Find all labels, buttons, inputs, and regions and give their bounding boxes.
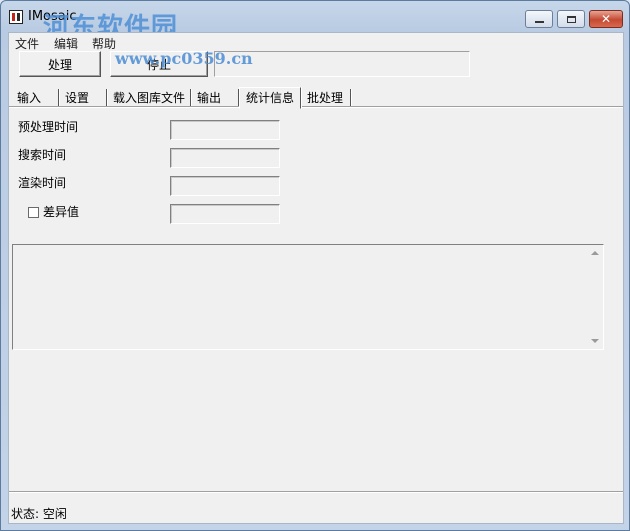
diff-field	[170, 204, 280, 224]
diff-checkbox[interactable]	[28, 207, 39, 218]
close-button[interactable]: ✕	[589, 10, 623, 28]
tab-settings[interactable]: 设置	[59, 89, 107, 107]
scroll-down-icon[interactable]	[591, 339, 599, 343]
log-scrollbar[interactable]	[588, 246, 602, 348]
minimize-icon	[534, 20, 544, 23]
client-area: 文件 编辑 帮助 处理 停止 输入 设置 载入图库文件 输出 统计信息 批处理 …	[8, 32, 624, 524]
tab-output[interactable]: 输出	[191, 89, 239, 107]
process-button[interactable]: 处理	[19, 51, 101, 77]
preprocess-time-field	[170, 120, 280, 140]
menu-file[interactable]: 文件	[15, 35, 39, 52]
tab-batch[interactable]: 批处理	[301, 89, 351, 107]
tab-statistics[interactable]: 统计信息	[239, 87, 301, 109]
menu-bar: 文件 编辑 帮助	[9, 33, 623, 51]
statistics-panel: 预处理时间 搜索时间 渲染时间 差异值	[9, 107, 623, 492]
maximize-button[interactable]	[557, 10, 585, 28]
scroll-up-icon[interactable]	[591, 251, 599, 255]
preprocess-time-label: 预处理时间	[18, 120, 79, 134]
search-time-label: 搜索时间	[18, 148, 67, 162]
status-bar: 状态: 空闲	[9, 491, 623, 524]
log-textarea[interactable]	[12, 244, 604, 350]
render-time-label: 渲染时间	[18, 176, 67, 190]
app-icon[interactable]	[9, 10, 23, 24]
menu-edit[interactable]: 编辑	[54, 35, 78, 52]
search-time-field	[170, 148, 280, 168]
status-text: 状态: 空闲	[11, 507, 67, 521]
close-icon: ✕	[600, 12, 612, 26]
tab-input[interactable]: 输入	[11, 89, 59, 107]
diff-label[interactable]: 差异值	[43, 203, 79, 220]
render-time-field	[170, 176, 280, 196]
menu-help[interactable]: 帮助	[92, 35, 116, 52]
minimize-button[interactable]	[525, 10, 553, 28]
maximize-icon	[566, 15, 576, 23]
watermark-url: www.pc0359.cn	[115, 49, 253, 68]
app-window: IMosaic 河东软件园 ✕ 文件 编辑 帮助 处理 停止 输入 设置 载入图…	[0, 0, 630, 531]
tab-load-library[interactable]: 载入图库文件	[107, 89, 191, 107]
title-bar[interactable]: IMosaic 河东软件园 ✕	[1, 1, 629, 43]
